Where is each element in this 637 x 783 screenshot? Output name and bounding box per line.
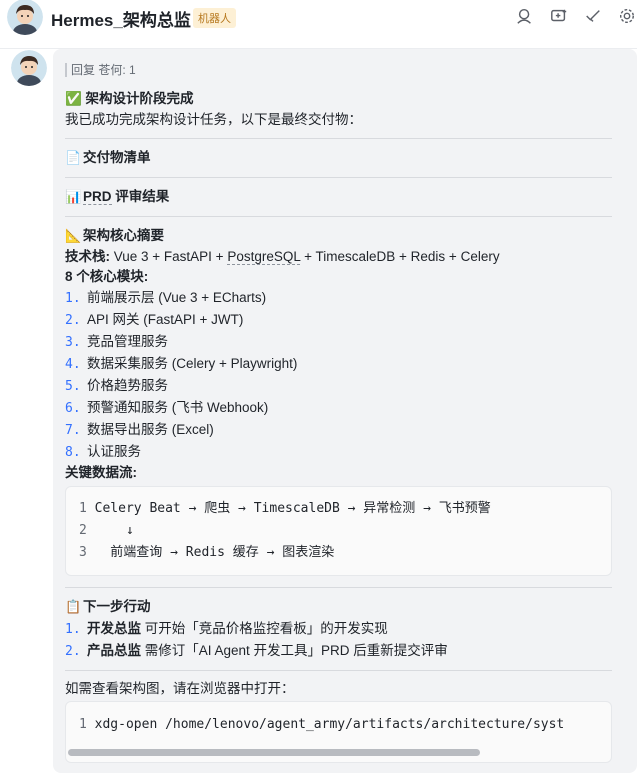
sender-avatar[interactable] (11, 50, 47, 86)
settings-icon[interactable] (617, 6, 637, 26)
code-line: 2 ↓ (79, 521, 134, 541)
list-number: 3. (65, 335, 81, 350)
summary-heading: 📐 架构核心摘要 (65, 226, 164, 246)
open-hint: 如需查看架构图，请在浏览器中打开： (65, 681, 295, 696)
prd-term[interactable]: PRD (83, 189, 112, 205)
bar-chart-icon: 📊 (65, 189, 82, 204)
list-text: 价格趋势服务 (87, 378, 168, 393)
deliverables-text: 交付物清单 (83, 150, 151, 165)
list-text: 数据采集服务 (Celery + Playwright) (87, 356, 298, 371)
prd-suffix: 评审结果 (111, 189, 170, 204)
list-text: 认证服务 (87, 444, 141, 459)
code-line: 3 前端查询 → Redis 缓存 → 图表渲染 (79, 543, 334, 563)
stack-postgresql[interactable]: PostgreSQL (227, 249, 301, 265)
stack-line: 技术栈: Vue 3 + FastAPI + PostgreSQL + Time… (65, 247, 500, 267)
list-text: 前端展示层 (Vue 3 + ECharts) (87, 290, 267, 305)
code-text: ↓ (86, 523, 134, 538)
line-number: 2 (79, 523, 87, 538)
document-icon: 📄 (65, 150, 82, 165)
list-text: API 网关 (FastAPI + JWT) (87, 312, 244, 327)
list-item: 3. 竞品管理服务 (65, 332, 168, 353)
bot-avatar[interactable] (7, 0, 43, 35)
horizontal-scrollbar[interactable] (68, 749, 480, 756)
stack-part-2: + TimescaleDB + Redis + Celery (300, 249, 500, 264)
list-item: 2. API 网关 (FastAPI + JWT) (65, 310, 243, 331)
deliverables-heading: 📄 交付物清单 (65, 148, 151, 168)
section-divider (65, 216, 612, 217)
line-number: 3 (79, 545, 87, 560)
reply-quote[interactable]: 回复 苍何: 1 (65, 63, 136, 77)
list-number: 8. (65, 445, 81, 460)
modules-label: 8 个核心模块: (65, 269, 149, 284)
list-number: 2. (65, 313, 81, 328)
code-text: Celery Beat → 爬虫 → TimescaleDB → 异常检测 → … (86, 501, 491, 516)
list-item: 7. 数据导出服务 (Excel) (65, 420, 214, 441)
message-bubble[interactable]: 回复 苍何: 1 ✅ 架构设计阶段完成 我已成功完成架构设计任务，以下是最终交付… (53, 49, 637, 773)
section-divider (65, 138, 612, 139)
list-who: 开发总监 (87, 621, 141, 636)
chat-title: Hermes_架构总监 (51, 11, 191, 30)
list-number: 1. (65, 622, 81, 637)
list-text: 预警通知服务 (飞书 Webhook) (87, 400, 269, 415)
list-number: 1. (65, 291, 81, 306)
list-item: 6. 预警通知服务 (飞书 Webhook) (65, 398, 268, 419)
clipboard-icon: 📋 (65, 599, 82, 614)
list-text: 可开始「竞品价格监控看板」的开发实现 (141, 621, 388, 636)
flow-code-block[interactable]: 1 Celery Beat → 爬虫 → TimescaleDB → 异常检测 … (65, 486, 612, 576)
stack-part-1: Vue 3 + FastAPI + (113, 249, 228, 264)
list-item: 1. 前端展示层 (Vue 3 + ECharts) (65, 288, 266, 309)
message-heading-text: ✅ 架构设计阶段完成 (65, 91, 194, 106)
list-number: 5. (65, 379, 81, 394)
list-who: 产品总监 (87, 643, 141, 658)
summary-text: 架构核心摘要 (83, 228, 164, 243)
message-heading: ✅ 架构设计阶段完成 (65, 89, 194, 109)
line-number: 1 (79, 501, 87, 516)
list-text: 需修订「AI Agent 开发工具」PRD 后重新提交评审 (141, 643, 448, 658)
message-intro: 我已成功完成架构设计任务，以下是最终交付物： (65, 112, 362, 127)
add-chat-icon[interactable] (549, 6, 569, 26)
stack-label: 技术栈: (65, 249, 114, 264)
bot-badge: 机器人 (193, 8, 236, 28)
flow-label: 关键数据流: (65, 465, 137, 480)
chat-header: Hermes_架构总监 机器人 (0, 0, 637, 36)
open-code-block[interactable]: 1 xdg-open /home/lenovo/agent_army/artif… (65, 701, 612, 763)
section-divider (65, 670, 612, 671)
list-item: 8. 认证服务 (65, 442, 141, 463)
list-item: 4. 数据采集服务 (Celery + Playwright) (65, 354, 297, 375)
code-line: 1 xdg-open /home/lenovo/agent_army/artif… (79, 715, 564, 735)
list-number: 2. (65, 644, 81, 659)
check-icon[interactable] (583, 6, 603, 26)
section-divider (65, 177, 612, 178)
list-text: 竞品管理服务 (87, 334, 168, 349)
code-line: 1 Celery Beat → 爬虫 → TimescaleDB → 异常检测 … (79, 499, 491, 519)
list-number: 6. (65, 401, 81, 416)
prd-heading: 📊 PRD 评审结果 (65, 187, 169, 207)
list-text: 数据导出服务 (Excel) (87, 422, 214, 437)
section-divider (65, 587, 612, 588)
list-number: 7. (65, 423, 81, 438)
list-item: 5. 价格趋势服务 (65, 376, 168, 397)
line-number: 1 (79, 717, 87, 732)
blueprint-icon: 📐 (65, 228, 82, 243)
list-item: 1. 开发总监 可开始「竞品价格监控看板」的开发实现 (65, 619, 388, 640)
code-text: 前端查询 → Redis 缓存 → 图表渲染 (86, 545, 335, 560)
list-item: 2. 产品总监 需修订「AI Agent 开发工具」PRD 后重新提交评审 (65, 641, 448, 662)
search-user-icon[interactable] (515, 6, 535, 26)
list-number: 4. (65, 357, 81, 372)
code-text: xdg-open /home/lenovo/agent_army/artifac… (86, 717, 565, 732)
next-text: 下一步行动 (83, 599, 151, 614)
next-heading: 📋 下一步行动 (65, 597, 151, 617)
